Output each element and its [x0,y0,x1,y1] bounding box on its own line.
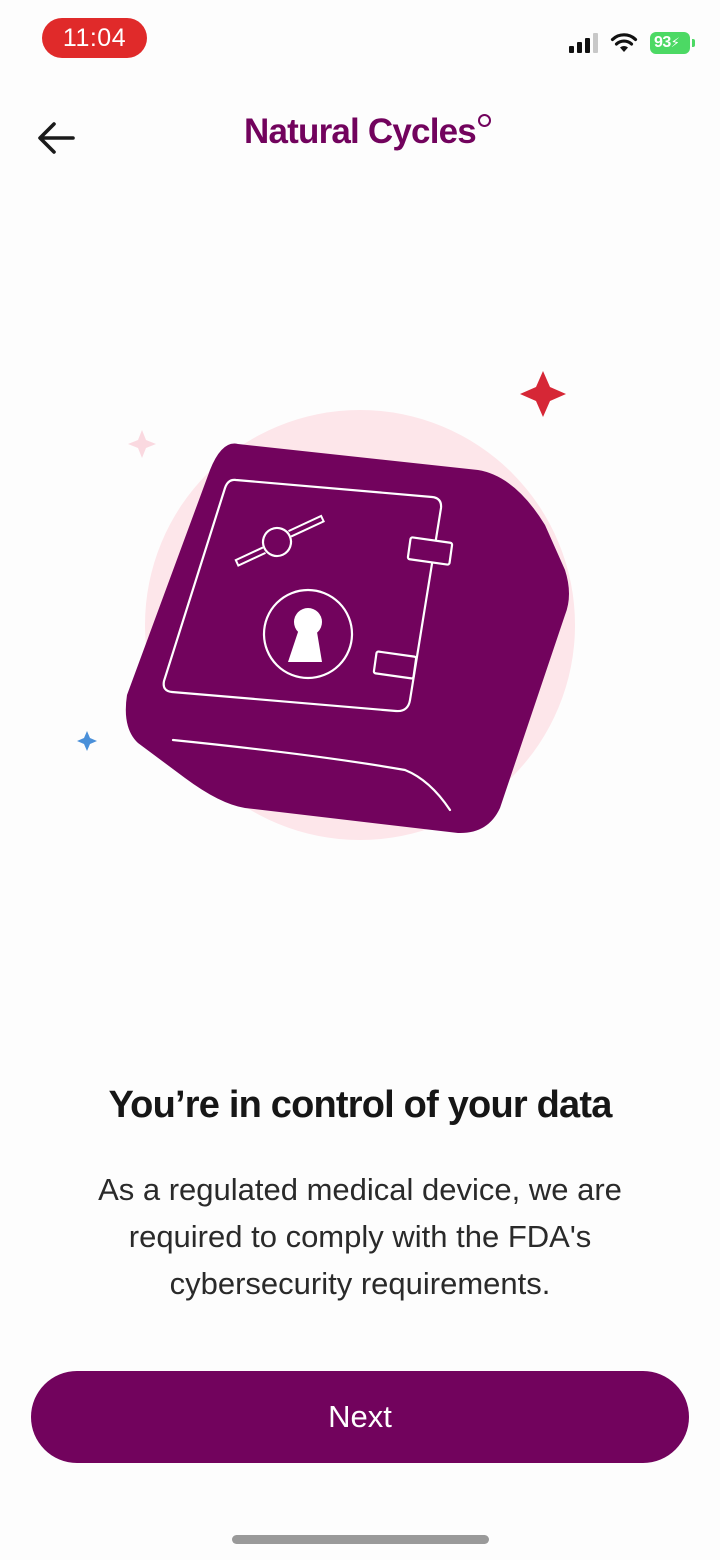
logo-text: Natural Cycles [244,112,477,151]
wifi-icon [610,33,638,52]
next-button[interactable]: Next [31,1371,689,1463]
page-title: You’re in control of your data [108,1084,612,1126]
cellular-signal-icon [569,33,598,53]
safe-illustration [77,371,575,840]
battery-charging-icon: 93⚡ [650,32,695,54]
sparkle-blue-icon [77,731,97,751]
sparkle-red-icon [520,371,566,417]
home-indicator[interactable] [232,1535,489,1544]
logo-ring-icon [477,114,491,127]
battery-level: 93 [654,34,671,51]
sparkle-pink-icon [128,430,156,458]
status-time: 11:04 [42,18,147,58]
app-logo: Natural Cycles [0,112,720,152]
status-icons: 93⚡ [569,28,695,58]
page-description: As a regulated medical device, we are re… [98,1172,622,1301]
